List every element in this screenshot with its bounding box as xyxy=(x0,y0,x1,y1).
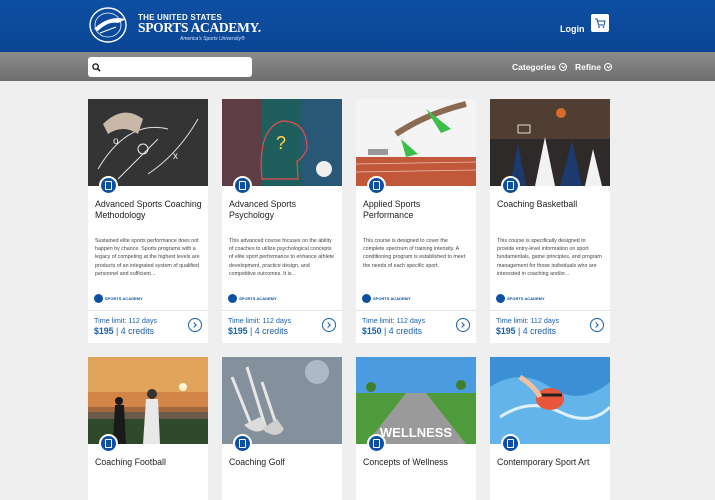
course-card[interactable]: Coaching Football xyxy=(88,357,208,500)
course-image xyxy=(356,99,476,186)
refine-label: Refine xyxy=(575,62,601,72)
course-image: x o xyxy=(88,99,208,186)
course-card[interactable]: x o Advanced Sports Coaching Methodology… xyxy=(88,99,208,343)
course-title[interactable]: Coaching Basketball xyxy=(497,199,607,210)
brand-tagline: America's Sports University® xyxy=(180,36,245,42)
chevron-down-icon xyxy=(558,63,567,71)
divider xyxy=(490,310,610,311)
course-description: This course is designed to cover the com… xyxy=(363,238,466,269)
course-title[interactable]: Concepts of Wellness xyxy=(363,457,473,468)
categories-label: Categories xyxy=(512,62,556,72)
provider-logo: SPORTS ACADEMY xyxy=(228,294,277,303)
course-price: $150 | 4 credits xyxy=(362,326,422,336)
course-title[interactable]: Advanced Sports Psychology xyxy=(229,199,339,220)
course-type-icon xyxy=(501,434,520,453)
course-card[interactable]: ? Advanced Sports Psychology This advanc… xyxy=(222,99,342,343)
chevron-right-icon[interactable] xyxy=(590,318,604,332)
divider xyxy=(222,310,342,311)
time-limit: Time limit: 112 days xyxy=(362,316,426,325)
course-price: $195 | 4 credits xyxy=(94,326,154,336)
chevron-right-icon[interactable] xyxy=(188,318,202,332)
provider-logo: SPORTS ACADEMY xyxy=(496,294,545,303)
course-type-icon xyxy=(99,176,118,195)
course-image xyxy=(222,357,342,444)
course-image: ? xyxy=(222,99,342,186)
course-type-icon xyxy=(367,434,386,453)
course-description: This course is specifically designed to … xyxy=(497,238,602,277)
course-card[interactable]: Applied Sports Performance This course i… xyxy=(356,99,476,343)
course-type-icon xyxy=(367,176,386,195)
course-title[interactable]: Advanced Sports Coaching Methodology xyxy=(95,199,205,220)
svg-text:x: x xyxy=(173,151,178,162)
provider-logo: SPORTS ACADEMY xyxy=(362,294,411,303)
course-card[interactable]: WELLNESS Concepts of Wellness xyxy=(356,357,476,500)
time-limit: Time limit: 112 days xyxy=(94,316,158,325)
divider xyxy=(88,310,208,311)
course-title[interactable]: Coaching Golf xyxy=(229,457,339,468)
filter-bar: Categories Refine xyxy=(0,52,715,81)
course-price: $195 | 4 credits xyxy=(228,326,288,336)
svg-text:?: ? xyxy=(276,133,286,153)
chevron-right-icon[interactable] xyxy=(322,318,336,332)
login-link[interactable]: Login xyxy=(560,24,585,34)
cart-icon xyxy=(595,18,606,28)
chevron-right-icon[interactable] xyxy=(456,318,470,332)
course-image xyxy=(490,99,610,186)
course-image: WELLNESS xyxy=(356,357,476,444)
svg-text:o: o xyxy=(113,136,119,147)
brand-line-2: SPORTS ACADEMY. xyxy=(138,20,261,35)
chevron-down-icon xyxy=(603,63,612,71)
wellness-road-text: WELLNESS xyxy=(380,425,453,440)
provider-logo: SPORTS ACADEMY xyxy=(94,294,143,303)
site-logo[interactable]: THE UNITED STATES SPORTS ACADEMY. Americ… xyxy=(88,5,261,47)
course-type-icon xyxy=(233,434,252,453)
time-limit: Time limit: 112 days xyxy=(228,316,292,325)
site-header: THE UNITED STATES SPORTS ACADEMY. Americ… xyxy=(0,0,715,52)
course-type-icon xyxy=(99,434,118,453)
course-type-icon xyxy=(501,176,520,195)
course-title[interactable]: Contemporary Sport Art xyxy=(497,457,607,468)
course-title[interactable]: Coaching Football xyxy=(95,457,205,468)
search-icon xyxy=(92,63,101,72)
time-limit: Time limit: 112 days xyxy=(496,316,560,325)
course-title[interactable]: Applied Sports Performance xyxy=(363,199,473,220)
course-image xyxy=(490,357,610,444)
course-card[interactable]: Contemporary Sport Art xyxy=(490,357,610,500)
divider xyxy=(356,310,476,311)
academy-seal-icon xyxy=(89,7,127,43)
categories-dropdown[interactable]: Categories xyxy=(512,62,567,72)
course-type-icon xyxy=(233,176,252,195)
refine-dropdown[interactable]: Refine xyxy=(575,62,612,72)
course-description: This advanced course focuses on the abil… xyxy=(229,238,335,277)
course-image xyxy=(88,357,208,444)
search-input[interactable] xyxy=(88,57,252,77)
course-description: Sustained elite sports performance does … xyxy=(95,238,200,277)
course-price: $195 | 4 credits xyxy=(496,326,556,336)
course-card[interactable]: Coaching Golf xyxy=(222,357,342,500)
course-card[interactable]: Coaching Basketball This course is speci… xyxy=(490,99,610,343)
cart-button[interactable] xyxy=(591,14,609,32)
